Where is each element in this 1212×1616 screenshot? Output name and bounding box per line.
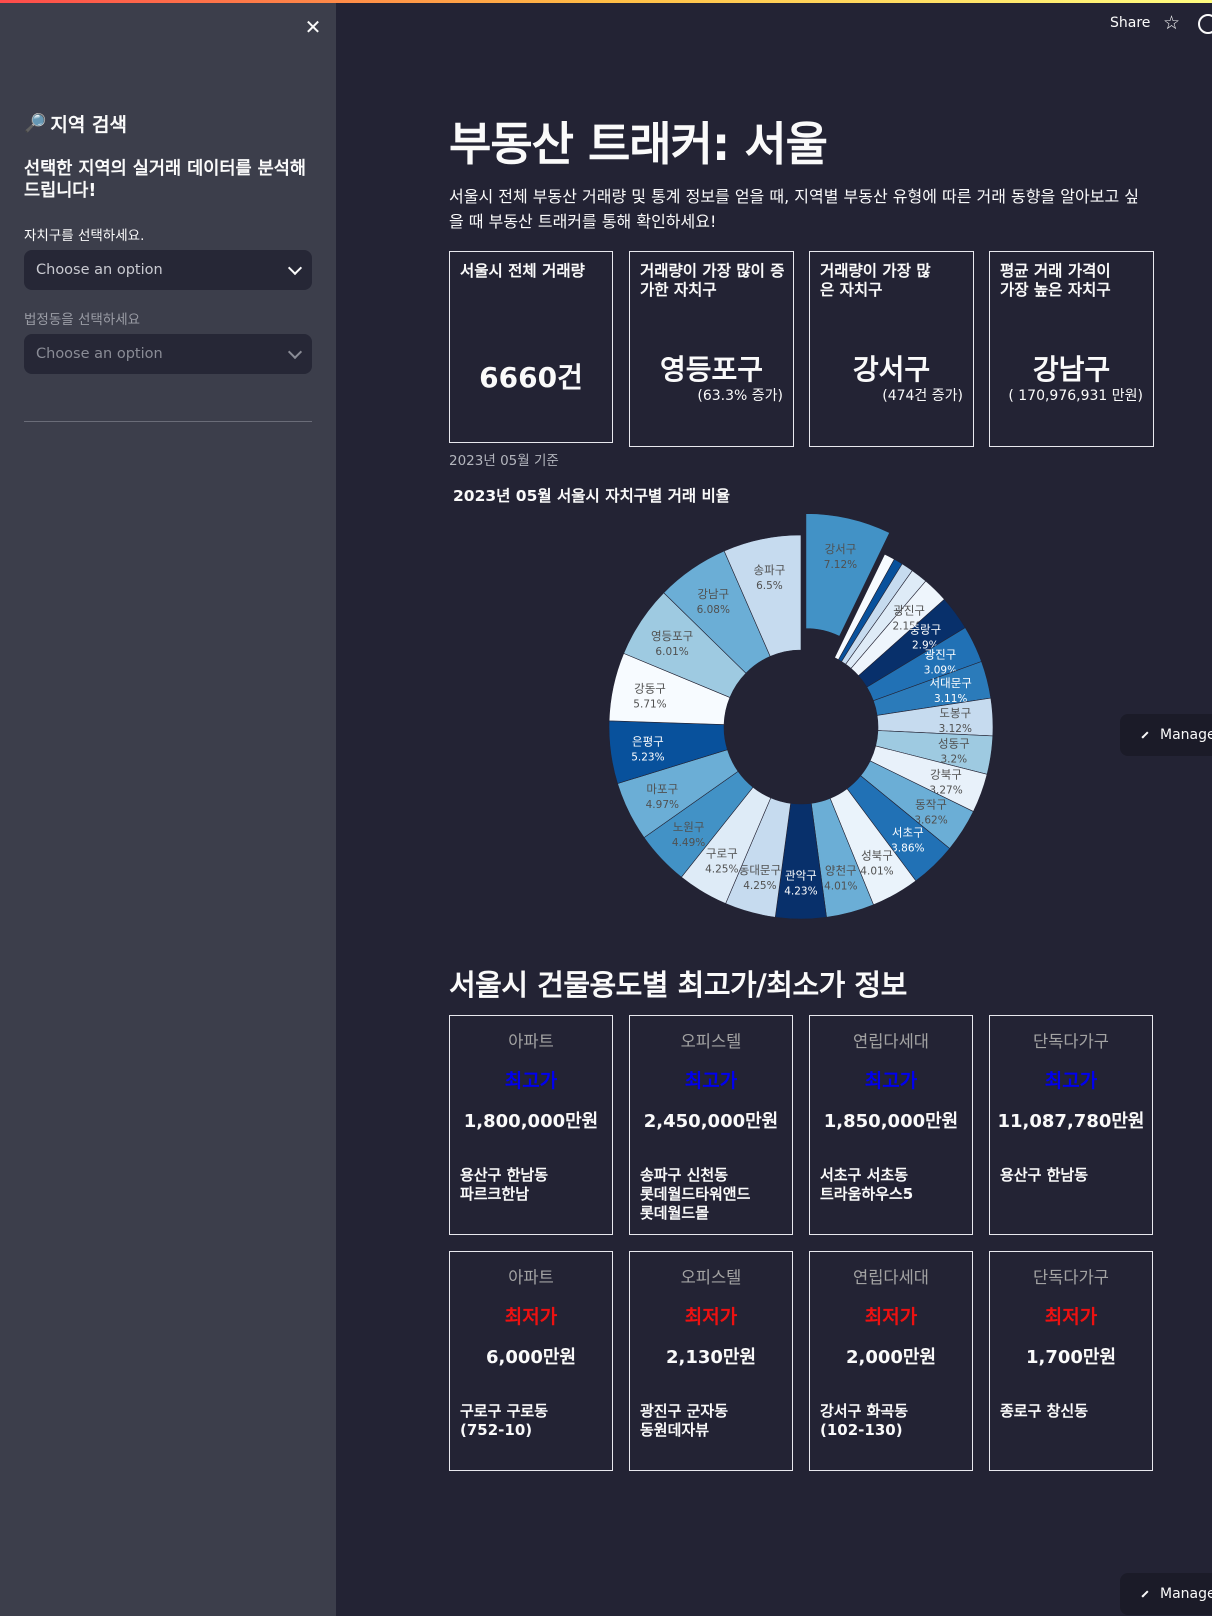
price-location: 구로구 구로동 (752-10) bbox=[460, 1402, 549, 1439]
min-price-card-apartment: 아파트 최저가 6,000만원 구로구 구로동 (752-10) bbox=[449, 1251, 613, 1471]
price-value: 11,087,780만원 bbox=[997, 1111, 1145, 1132]
building-type: 아파트 bbox=[508, 1268, 554, 1287]
price-value: 2,130만원 bbox=[665, 1347, 757, 1368]
slice-label-name: 중랑구 bbox=[909, 622, 941, 636]
slice-label-percent: 4.97% bbox=[646, 799, 679, 811]
building-type: 단독다가구 bbox=[1033, 1268, 1109, 1287]
slice-label-percent: 6.08% bbox=[697, 604, 730, 616]
min-price-card-officetel: 오피스텔 최저가 2,130만원 광진구 군자동 동원데자뷰 bbox=[629, 1251, 793, 1471]
slice-label-name: 송파구 bbox=[754, 563, 786, 577]
slice-label-name: 노원구 bbox=[673, 820, 705, 834]
price-kind: 최고가 bbox=[684, 1070, 738, 1092]
max-price-card-detached: 단독다가구 최고가 11,087,780만원 용산구 한남동 bbox=[989, 1015, 1153, 1235]
slice-label-percent: 5.23% bbox=[631, 752, 664, 764]
building-type: 연립다세대 bbox=[853, 1032, 929, 1051]
building-type: 아파트 bbox=[508, 1032, 554, 1051]
slice-label-name: 양천구 bbox=[825, 863, 857, 877]
slice-label-percent: 3.12% bbox=[939, 723, 972, 735]
price-kind: 최고가 bbox=[504, 1070, 558, 1092]
slice-label-percent: 6.5% bbox=[756, 580, 783, 592]
price-location: 용산구 한남동 파르크한남 bbox=[460, 1166, 549, 1203]
price-value: 6,000만원 bbox=[485, 1347, 577, 1368]
building-type: 연립다세대 bbox=[853, 1268, 929, 1287]
chevron-left-icon bbox=[1141, 1590, 1149, 1598]
max-price-card-rowhouse: 연립다세대 최고가 1,850,000만원 서초구 서초동 트라움하우스5 bbox=[809, 1015, 973, 1235]
slice-label-percent: 4.23% bbox=[784, 885, 817, 897]
price-kind: 최저가 bbox=[1044, 1306, 1098, 1328]
slice-label-name: 도봉구 bbox=[939, 706, 971, 720]
slice-label-percent: 4.01% bbox=[860, 866, 893, 878]
slice-label-name: 동대문구 bbox=[739, 863, 781, 877]
slice-label-name: 구로구 bbox=[706, 847, 738, 861]
chevron-left-icon bbox=[1141, 731, 1149, 739]
slice-label-name: 관악구 bbox=[785, 868, 817, 882]
slice-label-name: 은평구 bbox=[632, 735, 664, 749]
price-location: 서초구 서초동 트라움하우스5 bbox=[820, 1166, 914, 1203]
slice-label-name: 영등포구 bbox=[651, 629, 693, 643]
price-kind: 최저가 bbox=[864, 1306, 918, 1328]
price-kind: 최고가 bbox=[864, 1070, 918, 1092]
price-kind: 최저가 bbox=[504, 1306, 558, 1328]
slice-label-name: 성동구 bbox=[938, 737, 970, 751]
building-type: 단독다가구 bbox=[1033, 1032, 1109, 1051]
price-location: 광진구 군자동 동원데자뷰 bbox=[640, 1402, 729, 1439]
price-location: 송파구 신천동 롯데월드타워앤드 롯데월드몰 bbox=[640, 1166, 751, 1222]
price-value: 1,850,000만원 bbox=[823, 1111, 959, 1132]
slice-label-percent: 4.49% bbox=[672, 837, 705, 849]
slice-label-percent: 3.86% bbox=[891, 843, 924, 855]
price-value: 2,450,000만원 bbox=[643, 1111, 779, 1132]
price-location: 종로구 창신동 bbox=[1000, 1402, 1089, 1420]
slice-label-percent: 6.01% bbox=[655, 646, 688, 658]
slice-label-name: 강북구 bbox=[930, 767, 962, 781]
slice-label-percent: 4.25% bbox=[743, 880, 776, 892]
slice-label-name: 광진구 bbox=[893, 604, 925, 618]
price-value: 1,700만원 bbox=[1025, 1347, 1117, 1368]
price-value: 2,000만원 bbox=[845, 1347, 937, 1368]
slice-label-name: 강남구 bbox=[697, 587, 729, 601]
slice-label-name: 성북구 bbox=[861, 849, 893, 863]
slice-label-name: 마포구 bbox=[646, 782, 678, 796]
slice-label-name: 강동구 bbox=[634, 681, 666, 695]
manage-app-button[interactable]: Manage app bbox=[1120, 1573, 1212, 1615]
price-location: 용산구 한남동 bbox=[1000, 1166, 1089, 1184]
price-location: 강서구 화곡동 (102-130) bbox=[820, 1402, 909, 1439]
slice-label-percent: 7.12% bbox=[824, 559, 857, 571]
slice-label-name: 서초구 bbox=[892, 826, 924, 840]
building-type: 오피스텔 bbox=[680, 1032, 742, 1051]
slice-label-percent: 5.71% bbox=[633, 698, 666, 710]
price-value: 1,800,000만원 bbox=[463, 1111, 599, 1132]
section-title: 서울시 건물용도별 최고가/최소가 정보 bbox=[449, 968, 907, 1002]
slice-label-name: 강서구 bbox=[825, 542, 857, 556]
slice-label-name: 동작구 bbox=[915, 797, 947, 811]
max-price-card-apartment: 아파트 최고가 1,800,000만원 용산구 한남동 파르크한남 bbox=[449, 1015, 613, 1235]
manage-app-label: Manage app bbox=[1160, 1586, 1212, 1602]
manage-app-button[interactable]: Manage app bbox=[1120, 714, 1212, 756]
slice-label-percent: 4.01% bbox=[824, 880, 857, 892]
min-price-card-detached: 단독다가구 최저가 1,700만원 종로구 창신동 bbox=[989, 1251, 1153, 1471]
manage-app-label: Manage app bbox=[1160, 727, 1212, 743]
slice-label-name: 서대문구 bbox=[930, 676, 972, 690]
slice-label-percent: 4.25% bbox=[705, 864, 738, 876]
slice-label-name: 광진구 bbox=[925, 647, 957, 661]
min-price-card-rowhouse: 연립다세대 최저가 2,000만원 강서구 화곡동 (102-130) bbox=[809, 1251, 973, 1471]
max-price-card-officetel: 오피스텔 최고가 2,450,000만원 송파구 신천동 롯데월드타워앤드 롯데… bbox=[629, 1015, 793, 1235]
building-type: 오피스텔 bbox=[680, 1268, 742, 1287]
price-kind: 최저가 bbox=[684, 1306, 738, 1328]
top-accent-line bbox=[0, 0, 1212, 3]
price-kind: 최고가 bbox=[1044, 1070, 1098, 1092]
